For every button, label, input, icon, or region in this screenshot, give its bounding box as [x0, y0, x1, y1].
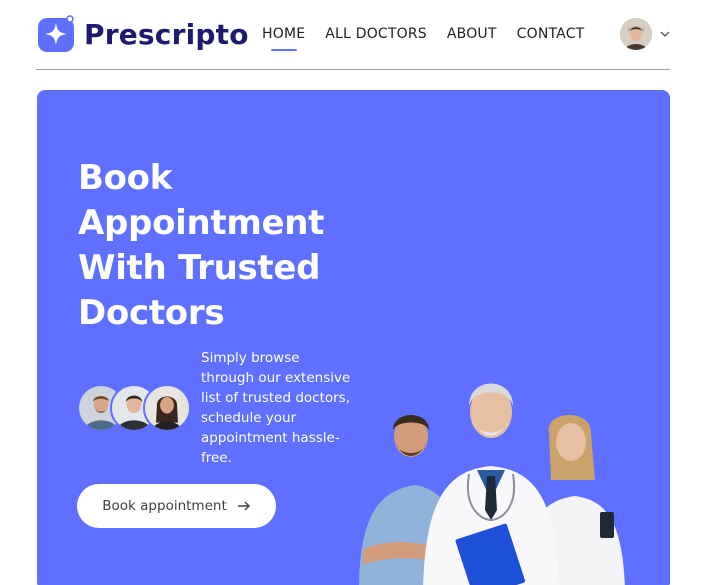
user-avatar[interactable] [620, 18, 652, 50]
nav-home[interactable]: HOME [262, 26, 305, 42]
arrow-right-icon [237, 501, 250, 511]
main-nav: HOME ALL DOCTORS ABOUT CONTACT [262, 26, 584, 42]
brand-name: Prescripto [84, 17, 249, 51]
book-appointment-button[interactable]: Book appointment [77, 484, 276, 528]
nav-about[interactable]: ABOUT [447, 26, 497, 42]
profile-menu[interactable] [620, 18, 672, 50]
brand-logo[interactable]: Prescripto [36, 14, 249, 54]
navbar: Prescripto HOME ALL DOCTORS ABOUT CONTAC… [0, 0, 716, 70]
star-logo-icon [38, 15, 74, 52]
nav-all-doctors[interactable]: ALL DOCTORS [325, 26, 427, 42]
hero-description: Simply browse through our extensive list… [201, 350, 351, 466]
nav-contact[interactable]: CONTACT [517, 26, 585, 42]
doctors-illustration [359, 383, 625, 585]
chevron-down-icon[interactable] [658, 27, 672, 41]
hero-banner: Book Appointment With Trusted Doctors Si… [37, 90, 670, 585]
book-appointment-label: Book appointment [102, 498, 227, 514]
doctor-avatar [143, 384, 191, 432]
doctor-avatars-group [77, 384, 192, 432]
header-divider [36, 69, 670, 70]
hero-title: Book Appointment With Trusted Doctors [78, 158, 325, 333]
